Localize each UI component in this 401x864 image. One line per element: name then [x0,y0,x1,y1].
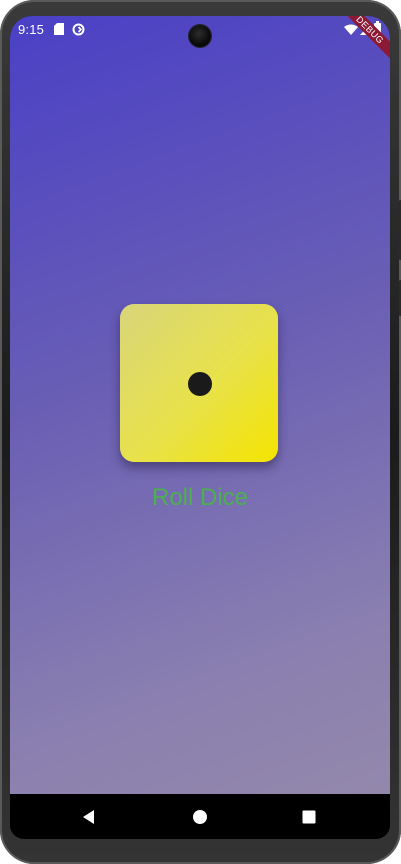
wifi-icon [344,24,358,35]
recents-icon[interactable] [300,808,318,826]
dice[interactable] [120,304,278,462]
back-icon[interactable] [80,808,98,826]
sd-card-icon [54,23,64,35]
status-time: 9:15 [18,22,45,37]
screen: 9:15 DEBUG Roll Dice [10,16,390,839]
roll-dice-button[interactable]: Roll Dice [10,484,390,512]
phone-frame: 9:15 DEBUG Roll Dice [0,0,401,864]
front-camera [189,25,211,47]
sync-icon [72,23,85,36]
home-icon[interactable] [191,808,209,826]
app-background: 9:15 DEBUG Roll Dice [10,16,390,794]
debug-banner: DEBUG [333,16,390,67]
dice-pip [188,372,212,396]
navigation-bar [10,794,390,839]
